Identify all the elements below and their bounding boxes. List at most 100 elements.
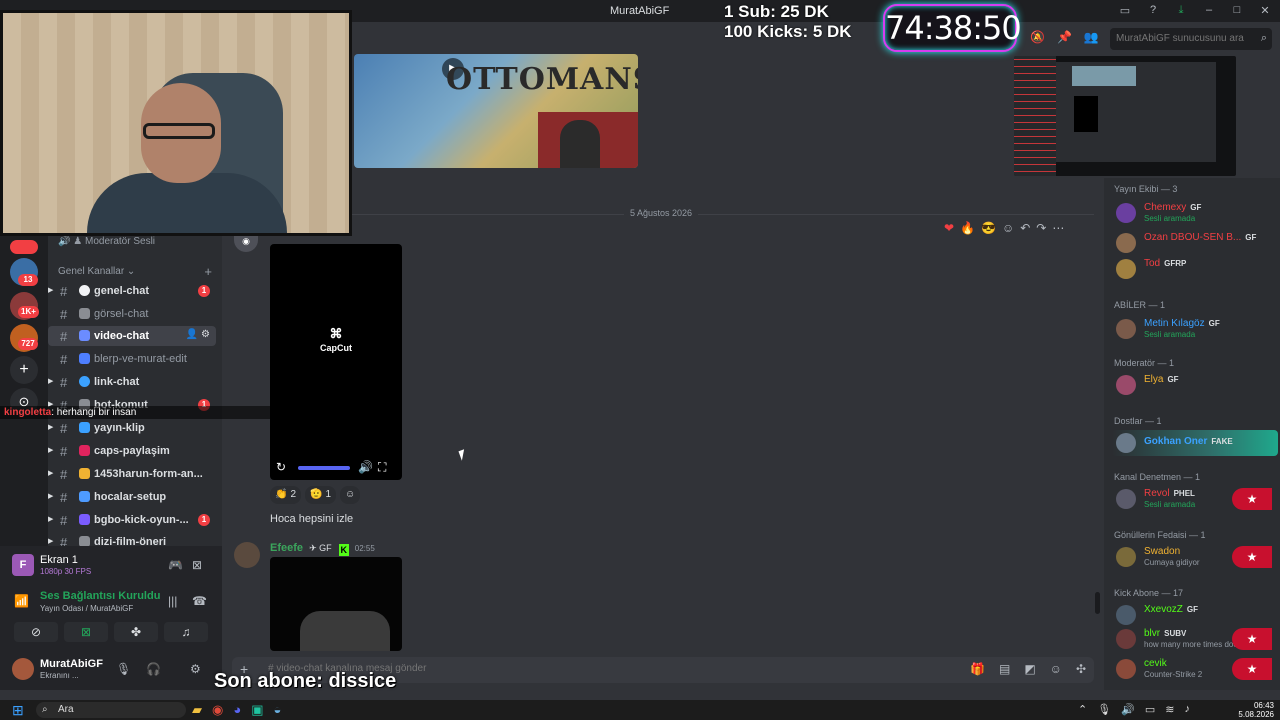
activities-button[interactable]: ✤ [114,622,158,642]
inbox-icon[interactable]: ▭ [1118,4,1132,17]
add-server-icon[interactable]: + [10,356,38,384]
more-icon[interactable]: ⋯ [1052,221,1064,235]
video-attachment[interactable]: ⌘ CapCut ↻ 🔊 ⛶ [270,244,402,480]
member-item[interactable]: Tod GFRP [1112,256,1278,282]
channel-hocalar-setup[interactable]: ▶ # hocalar-setup [48,487,216,507]
volume-icon[interactable]: 🔊 [358,460,373,474]
soundboard-button[interactable]: ♫ [164,622,208,642]
server-icon[interactable] [10,240,38,254]
channel-bgbo-kick[interactable]: ▶ # bgbo-kick-oyun-... 1 [48,510,216,530]
mic-tray-icon[interactable]: 🎙 [1097,703,1111,716]
channel-genel-chat[interactable]: ▶ # genel-chat 1 [48,281,216,301]
forward-icon[interactable]: ↷ [1036,221,1046,235]
close-icon[interactable]: ✕ [1258,4,1272,17]
noise-icon[interactable]: ||| [168,594,177,608]
add-channel-icon[interactable]: + [204,264,212,279]
video-attachment-2[interactable] [270,557,402,651]
app-icon[interactable]: ▣ [251,702,263,718]
emoji-icon[interactable]: ☺ [1050,662,1062,676]
help-icon[interactable]: ? [1146,4,1160,17]
last-subscriber: Son abone: dissice [214,670,397,692]
apps-icon[interactable]: ✣ [1076,662,1086,676]
gif-icon[interactable]: ▤ [999,662,1010,676]
channel-name: bgbo-kick-oyun-... [94,514,189,526]
user-name: MuratAbiGF [40,658,103,670]
reply-icon[interactable]: ↶ [1020,221,1030,235]
disconnect-icon[interactable]: ☎ [192,594,207,608]
gamepad-icon[interactable]: 🎮 [168,558,183,572]
clock-date: 5.08.2026 [1238,710,1274,719]
sub-goal-line: 1 Sub: 25 DK [724,2,829,21]
server-search[interactable]: ⌕ [1110,28,1272,50]
channel-caps-paylasim[interactable]: ▶ # caps-paylaşim [48,441,216,461]
member-item[interactable]: Chemexy GF Sesli aramada [1112,200,1278,226]
headphones-icon[interactable]: 🎧 [146,662,161,676]
taskbar-clock[interactable]: 06:43 5.08.2026 [1238,701,1274,719]
reaction-salute[interactable]: 🫡 1 [305,486,337,504]
member-item[interactable]: XxevozZ GF [1112,602,1278,628]
fullscreen-icon[interactable]: ⛶ [378,460,386,475]
progress-bar[interactable] [298,466,350,470]
channel-yayin-klip[interactable]: ▶ # yayın-klip [48,418,216,438]
camera-off-button[interactable]: ⊘ [14,622,58,642]
search-input[interactable] [1116,33,1251,44]
member-item[interactable]: blvr SUBV how many more times doe... ★ [1112,626,1278,652]
embedded-video-thumbnail[interactable]: ▶ OTTOMANS [354,54,638,168]
steam-icon[interactable]: ◒ [274,702,282,718]
file-explorer-icon[interactable]: ▰ [192,702,202,718]
chrome-icon[interactable]: ◉ [212,702,223,718]
wifi-tray-icon[interactable]: ≋ [1165,703,1174,716]
sticker-icon[interactable]: ◩ [1024,662,1035,676]
screen-share-button[interactable]: ⊠ [64,622,108,642]
fire-reaction-icon[interactable]: 🔥 [960,221,975,235]
tray-chevron-icon[interactable]: ⌃ [1078,703,1087,716]
member-item[interactable]: Gokhan Oner FAKE [1112,430,1278,456]
maximize-icon[interactable]: □ [1230,4,1244,17]
display-tray-icon[interactable]: ▭ [1145,703,1155,716]
preview-video [1074,96,1098,132]
hash-icon: # [60,490,68,505]
gift-icon[interactable]: 🎁 [970,662,985,676]
discord-icon[interactable]: ◕ [233,702,241,718]
taskbar-search[interactable]: ⌕ Ara [36,702,186,718]
pin-icon[interactable]: 📌 [1057,30,1072,44]
speaker-tray-icon[interactable]: ♪ [1185,703,1191,716]
volume-tray-icon[interactable]: 🔊 [1121,703,1135,716]
member-item[interactable]: Ozan DBOU-SEN B... GF [1112,230,1278,256]
stop-share-icon[interactable]: ⊠ [192,558,202,572]
chat-scrollbar[interactable] [1095,592,1100,614]
member-name-text: Tod [1144,258,1161,269]
channel-moderator-voice[interactable]: 🔊 ♟ Moderatör Sesli [58,236,155,247]
channel-1453harun[interactable]: ▶ #1453harun-form-an... [48,464,216,484]
stream-preview[interactable] [1014,56,1236,176]
windows-start-icon[interactable]: ⊞ [12,702,24,719]
channel-gorsel-chat[interactable]: # görsel-chat [48,304,216,324]
settings-icon[interactable]: ⚙ [190,662,201,676]
mute-channel-icon[interactable]: 🔕 [1030,30,1045,44]
category-header[interactable]: Genel Kanallar ⌄ [58,266,135,277]
member-item[interactable]: Metin Kılagöz GF Sesli aramada [1112,316,1278,342]
channel-blerp[interactable]: # blerp-ve-murat-edit [48,349,216,369]
message-author[interactable]: Efeefe [270,542,303,554]
members-icon[interactable]: 👥 [1084,30,1099,44]
add-reaction-icon[interactable]: ☺ [1002,221,1014,235]
channel-dizi-film[interactable]: ▶ # dizi-film-öneri [48,532,216,546]
minimize-icon[interactable]: – [1202,4,1216,17]
channel-link-chat[interactable]: ▶ # link-chat [48,372,216,392]
member-item[interactable]: Swadon Cumaya gidiyor ★ [1112,544,1278,570]
reaction-clap[interactable]: 👏 2 [270,486,302,504]
cool-reaction-icon[interactable]: 😎 [981,221,996,235]
heart-reaction-icon[interactable]: ❤ [944,221,954,235]
user-avatar[interactable] [12,658,34,680]
member-item[interactable]: Revol PHEL Sesli aramada ★ [1112,486,1278,512]
member-item[interactable]: cevik Counter-Strike 2 ★ [1112,656,1278,682]
message-avatar[interactable] [234,542,260,568]
member-item[interactable]: Elya GF [1112,372,1278,398]
add-reaction-button[interactable]: ☺ [340,486,361,504]
replay-icon[interactable]: ↻ [276,460,286,474]
download-icon[interactable]: ⤓ [1174,4,1188,17]
channel-video-chat[interactable]: # video-chat 👤 ⚙ [48,326,216,346]
channel-settings-icons[interactable]: 👤 ⚙ [186,329,210,340]
microphone-icon[interactable]: 🎙 [116,662,131,676]
member-avatar [1116,203,1136,223]
